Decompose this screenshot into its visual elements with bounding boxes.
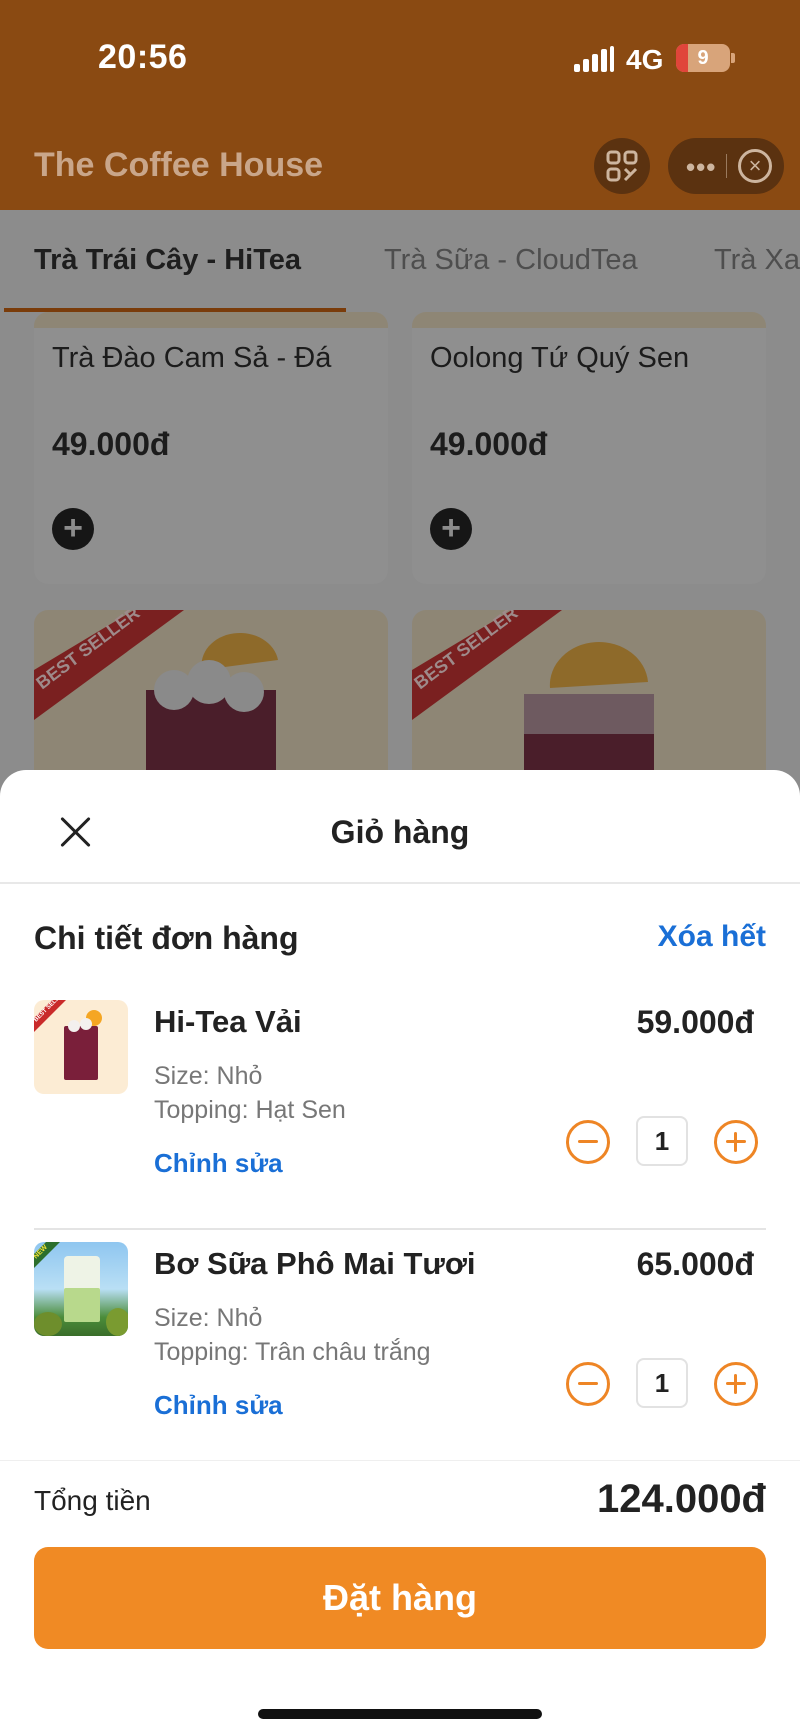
item-size: Size: Nhỏ <box>154 1062 263 1090</box>
edit-item-link[interactable]: Chỉnh sửa <box>154 1390 283 1421</box>
item-thumbnail: BEST SELLER <box>34 1000 128 1094</box>
minus-icon[interactable] <box>566 1362 610 1406</box>
tab-tra-xanh[interactable]: Trà Xa <box>714 244 800 277</box>
minus-icon[interactable] <box>566 1120 610 1164</box>
total-value: 124.000đ <box>596 1477 766 1521</box>
item-topping: Topping: Hạt Sen <box>154 1096 346 1124</box>
cart-item: BEST SELLER Hi-Tea Vải 59.000đ Size: Nhỏ… <box>0 1000 800 1230</box>
close-circle-icon[interactable]: × <box>738 149 772 183</box>
quantity-value[interactable]: 1 <box>636 1358 688 1408</box>
cart-footer: Tổng tiền 124.000đ Đặt hàng <box>0 1460 800 1734</box>
cart-item: NEW Bơ Sữa Phô Mai Tươi 65.000đ Size: Nh… <box>0 1242 800 1472</box>
item-size: Size: Nhỏ <box>154 1304 263 1332</box>
plus-icon[interactable] <box>714 1120 758 1164</box>
quantity-value[interactable]: 1 <box>636 1116 688 1166</box>
mini-app-capsule: ••• × <box>668 138 784 194</box>
network-type: 4G <box>626 44 664 75</box>
order-details-title: Chi tiết đơn hàng <box>34 920 299 956</box>
product-price: 49.000đ <box>430 426 548 462</box>
product-name: Trà Đào Cam Sả - Đá <box>52 342 332 374</box>
plus-icon[interactable] <box>714 1362 758 1406</box>
scan-button[interactable] <box>594 138 650 194</box>
item-name: Hi-Tea Vải <box>154 1004 302 1039</box>
status-bar: 20:56 4G 9 <box>0 0 800 120</box>
product-name: Oolong Tứ Quý Sen <box>430 342 690 374</box>
add-to-cart-button[interactable]: + <box>52 508 94 550</box>
status-time: 20:56 <box>98 38 188 76</box>
item-name: Bơ Sữa Phô Mai Tươi <box>154 1246 476 1281</box>
signal-icon <box>574 46 614 72</box>
total-label: Tổng tiền <box>34 1485 151 1516</box>
item-price: 59.000đ <box>636 1004 754 1040</box>
app-header: The Coffee House ••• × <box>0 120 800 210</box>
home-indicator <box>258 1709 542 1719</box>
item-topping: Topping: Trân châu trắng <box>154 1338 431 1366</box>
tab-hitea[interactable]: Trà Trái Cây - HiTea <box>34 244 301 277</box>
clear-all-button[interactable]: Xóa hết <box>658 920 766 954</box>
item-price: 65.000đ <box>636 1246 754 1282</box>
product-price: 49.000đ <box>52 426 170 462</box>
edit-item-link[interactable]: Chỉnh sửa <box>154 1148 283 1179</box>
cart-title: Giỏ hàng <box>330 814 470 850</box>
product-card[interactable]: Oolong Tứ Quý Sen 49.000đ + <box>412 312 766 584</box>
tab-cloudtea[interactable]: Trà Sữa - CloudTea <box>384 244 638 277</box>
battery-level: 9 <box>697 47 709 69</box>
category-tabs: Trà Trái Cây - HiTea Trà Sữa - CloudTea … <box>0 210 800 312</box>
product-card[interactable]: Trà Đào Cam Sả - Đá 49.000đ + <box>34 312 388 584</box>
qr-scan-icon <box>606 150 638 182</box>
divider <box>0 882 800 884</box>
battery-icon: 9 <box>676 44 730 72</box>
more-horizontal-icon[interactable]: ••• <box>686 152 716 183</box>
divider <box>34 1228 766 1230</box>
place-order-button[interactable]: Đặt hàng <box>34 1547 766 1649</box>
item-thumbnail: NEW <box>34 1242 128 1336</box>
add-to-cart-button[interactable]: + <box>430 508 472 550</box>
app-title: The Coffee House <box>34 146 324 184</box>
